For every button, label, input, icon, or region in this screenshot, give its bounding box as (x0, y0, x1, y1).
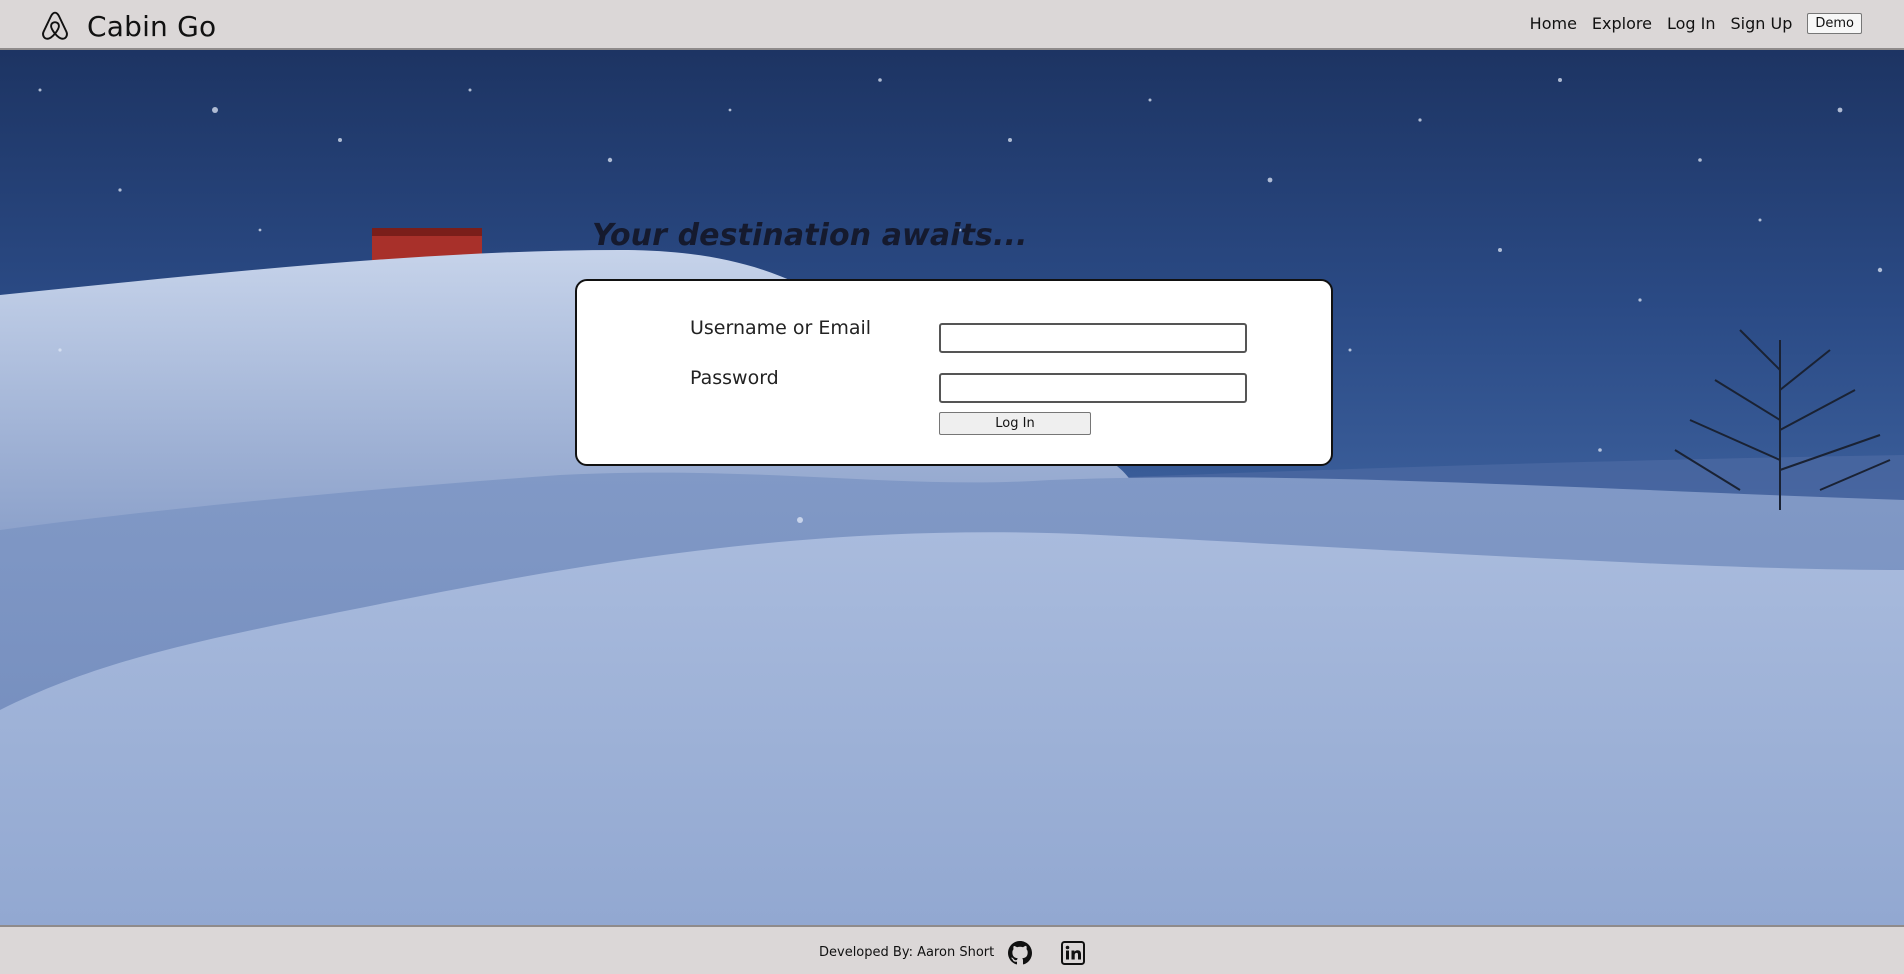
developer-credit: Developed By: Aaron Short (819, 945, 995, 960)
hero-background (0, 50, 1904, 925)
nav-explore-link[interactable]: Explore (1592, 14, 1652, 33)
airbnb-logo-icon (42, 11, 68, 40)
footer: Developed By: Aaron Short (0, 925, 1904, 974)
snowy-cabin-illustration (0, 78, 1904, 925)
navbar: Cabin Go Home Explore Log In Sign Up Dem… (0, 0, 1904, 50)
login-submit-button[interactable]: Log In (939, 412, 1091, 435)
linkedin-icon[interactable] (1061, 941, 1085, 965)
brand[interactable]: Cabin Go (38, 8, 216, 44)
demo-button[interactable]: Demo (1807, 12, 1862, 34)
github-icon[interactable] (1008, 941, 1032, 965)
brand-title: Cabin Go (87, 9, 217, 43)
username-label: Username or Email (690, 317, 872, 339)
nav-links: Home Explore Log In Sign Up Demo (1515, 10, 1862, 36)
login-form-card: Username or Email Password Log In (575, 279, 1333, 466)
page: Cabin Go Home Explore Log In Sign Up Dem… (0, 0, 1904, 974)
nav-home-link[interactable]: Home (1530, 14, 1577, 33)
nav-signup-link[interactable]: Sign Up (1731, 14, 1793, 33)
password-input[interactable] (939, 373, 1247, 403)
password-label: Password (690, 367, 779, 389)
nav-login-link[interactable]: Log In (1667, 14, 1716, 33)
username-input[interactable] (939, 323, 1247, 353)
tagline-heading: Your destination awaits... (592, 218, 1028, 253)
